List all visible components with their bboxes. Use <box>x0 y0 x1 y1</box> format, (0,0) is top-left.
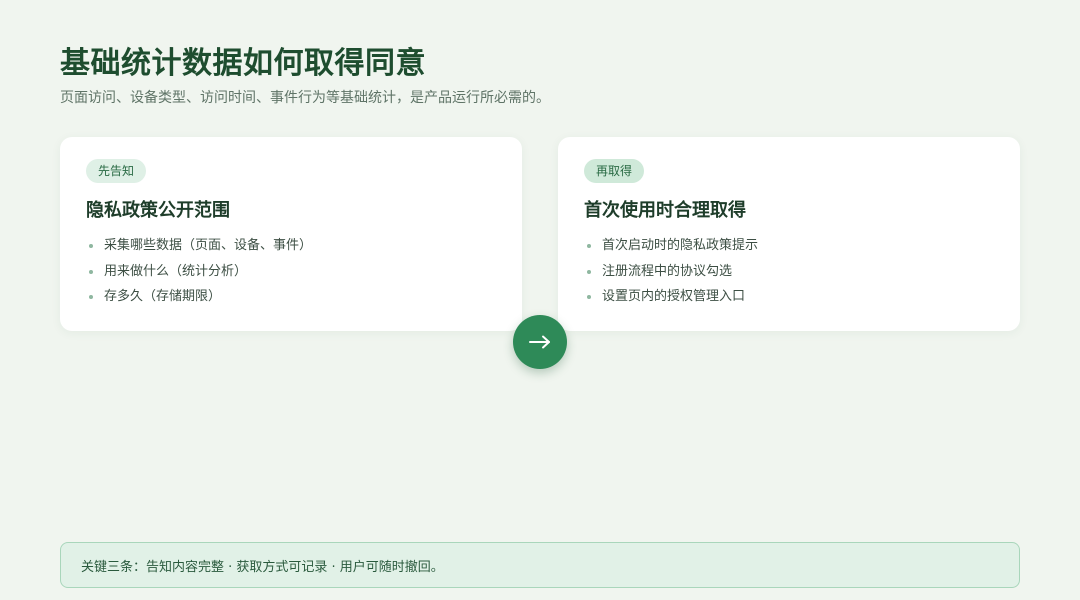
list-item: 存多久（存储期限） <box>86 284 496 310</box>
page-title: 基础统计数据如何取得同意 <box>60 46 426 81</box>
page: 基础统计数据如何取得同意 页面访问、设备类型、访问时间、事件行为等基础统计，是产… <box>60 0 1020 600</box>
card-obtain: 再取得 首次使用时合理取得 首次启动时的隐私政策提示 注册流程中的协议勾选 设置… <box>558 137 1020 331</box>
step-badge-obtain: 再取得 <box>584 159 645 183</box>
card-inform: 先告知 隐私政策公开范围 采集哪些数据（页面、设备、事件） 用来做什么（统计分析… <box>60 137 522 331</box>
card-list-obtain: 首次启动时的隐私政策提示 注册流程中的协议勾选 设置页内的授权管理入口 <box>584 233 994 310</box>
list-item: 设置页内的授权管理入口 <box>584 284 994 310</box>
list-item: 采集哪些数据（页面、设备、事件） <box>86 233 496 259</box>
step-badge-inform: 先告知 <box>86 159 147 183</box>
list-item-text: 首次启动时的隐私政策提示 <box>602 238 759 253</box>
page-subtitle: 页面访问、设备类型、访问时间、事件行为等基础统计，是产品运行所必需的。 <box>60 90 550 106</box>
bullet-dot-icon <box>89 244 93 248</box>
card-title-obtain: 首次使用时合理取得 <box>584 200 746 221</box>
arrow-right-icon <box>529 335 550 349</box>
list-item-text: 注册流程中的协议勾选 <box>602 263 733 279</box>
bullet-dot-icon <box>587 295 591 299</box>
key-points-note: 关键三条：告知内容完整 · 获取方式可记录 · 用户可随时撤回。 <box>60 542 1020 588</box>
card-title-inform: 隐私政策公开范围 <box>86 200 230 221</box>
bullet-dot-icon <box>587 244 591 248</box>
list-item: 注册流程中的协议勾选 <box>584 259 994 285</box>
list-item-text: 采集哪些数据（页面、设备、事件） <box>104 238 313 253</box>
bullet-dot-icon <box>89 269 93 274</box>
list-item-text: 用来做什么（统计分析） <box>104 263 248 279</box>
bullet-dot-icon <box>587 269 591 274</box>
card-list-inform: 采集哪些数据（页面、设备、事件） 用来做什么（统计分析） 存多久（存储期限） <box>86 233 496 310</box>
list-item: 用来做什么（统计分析） <box>86 259 496 285</box>
next-step-arrow-button[interactable] <box>513 315 567 369</box>
bullet-dot-icon <box>89 295 93 299</box>
list-item-text: 设置页内的授权管理入口 <box>602 289 746 304</box>
list-item-text: 存多久（存储期限） <box>104 289 222 304</box>
list-item: 首次启动时的隐私政策提示 <box>584 233 994 259</box>
